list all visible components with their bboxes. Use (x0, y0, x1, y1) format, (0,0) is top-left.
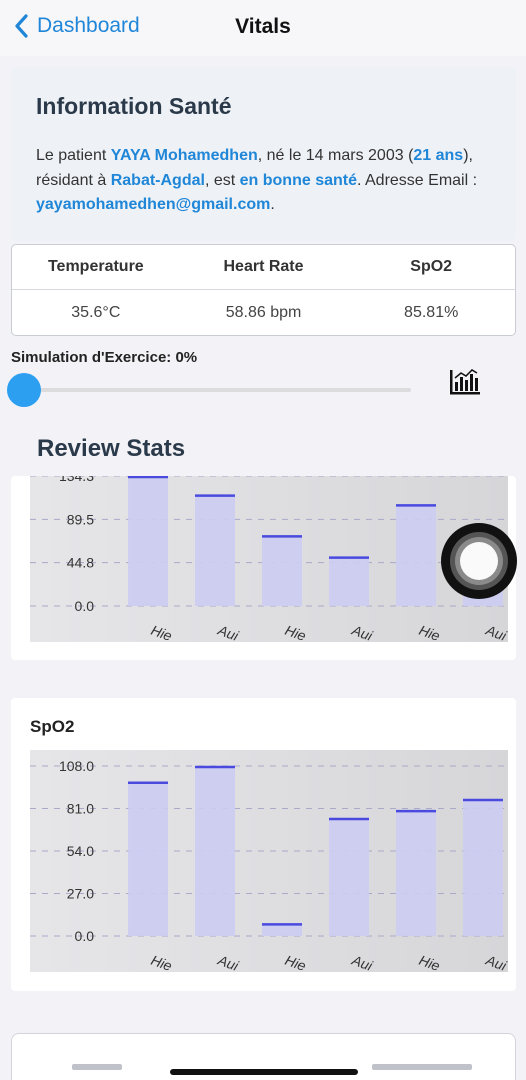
patient-status: en bonne santé (239, 171, 357, 189)
vitals-header-row: Temperature Heart Rate SpO2 (12, 245, 515, 290)
chart-area-2: 108.0 81.0 54.0 27.0 0.0 Hie Aui Hie Aui Hie Aui (30, 750, 509, 974)
assistive-touch-button[interactable] (441, 523, 517, 599)
chart-card-1: 134.3 89.5 44.8 0.0 Hie Aui Hie Aui Hie Aui (11, 476, 516, 660)
y-tick-label: 0.0 (75, 598, 95, 614)
info-text: Le patient YAYA Mohamedhen, né le 14 mar… (36, 144, 491, 218)
spo2-chart-title: SpO2 (30, 717, 75, 736)
navigation-bar: Dashboard Vitals (0, 0, 526, 56)
review-stats-title: Review Stats (37, 435, 186, 462)
patient-name: YAYA Mohamedhen (110, 147, 258, 164)
bar (463, 799, 503, 936)
y-tick-label: 81.0 (67, 801, 94, 817)
fab-ring (450, 532, 508, 590)
y-tick-label: 0.0 (75, 928, 95, 944)
page-title: Vitals (235, 15, 291, 38)
chart-background (30, 750, 508, 972)
temperature-value: 35.6°C (71, 303, 121, 321)
heart-rate-header: Heart Rate (223, 258, 304, 275)
exercise-slider[interactable] (7, 373, 414, 407)
info-text-part: , est (204, 171, 240, 189)
info-text-part: Le patient (36, 147, 111, 164)
bar-chart-1: 134.389.544.80.0Hie Aui Hie Aui Hie Aui (30, 476, 509, 644)
health-info-card: Information Santé Le patient YAYA Mohame… (11, 67, 516, 242)
patient-email: yayamohamedhen@gmail.com (36, 196, 271, 213)
cropped-label (372, 1064, 472, 1070)
info-title: Information Santé (36, 93, 232, 119)
bar (396, 810, 436, 936)
spo2-header: SpO2 (410, 258, 453, 275)
bar (128, 476, 168, 606)
fab-ring-inner (455, 537, 503, 585)
bar (329, 556, 369, 606)
vitals-table: Temperature Heart Rate SpO2 35.6°C 58.86… (11, 244, 516, 336)
bar (262, 535, 302, 606)
info-text-part: , né le 14 mars 2003 ( (257, 147, 414, 164)
bar (128, 781, 168, 936)
info-text-part: . Adresse Email : (357, 171, 478, 189)
y-tick-label: 44.8 (67, 555, 94, 571)
info-text-part: . (270, 196, 275, 213)
bar (195, 494, 235, 606)
y-tick-label: 54.0 (67, 843, 94, 859)
cropped-label (72, 1064, 122, 1070)
fab-core (460, 542, 498, 580)
slider-track[interactable] (24, 388, 411, 392)
home-indicator (170, 1069, 358, 1075)
slider-thumb[interactable] (7, 373, 41, 407)
spo2-value: 85.81% (404, 303, 459, 321)
y-tick-label: 108.0 (59, 758, 94, 774)
y-tick-label: 134.3 (59, 476, 94, 484)
patient-location: Rabat-Agdal (110, 171, 205, 189)
bar (396, 504, 436, 606)
heart-rate-value: 58.86 bpm (225, 303, 302, 321)
y-tick-label: 89.5 (67, 511, 94, 527)
bar (195, 766, 235, 936)
bar-chart-icon[interactable] (448, 366, 482, 398)
bar (329, 817, 369, 936)
spo2-chart-card: SpO2 108.0 81.0 54.0 27.0 0.0 Hie Aui Hie Aui Hie… (11, 698, 516, 991)
patient-age: 21 ans (413, 147, 464, 164)
simulation-label: Simulation d'Exercice: 0% (11, 349, 198, 366)
spo2-bar-chart: 108.081.054.027.00.0Hie Aui Hie Aui Hie Aui (30, 750, 509, 974)
vitals-value-row: 35.6°C 58.86 bpm 85.81% (12, 290, 515, 335)
app-screen: Dashboard Vitals Information Santé Le pa… (0, 0, 526, 1080)
y-tick-label: 27.0 (67, 886, 94, 902)
chart-area-1: 134.3 89.5 44.8 0.0 Hie Aui Hie Aui Hie Aui (30, 476, 509, 644)
temperature-header: Temperature (47, 258, 144, 275)
